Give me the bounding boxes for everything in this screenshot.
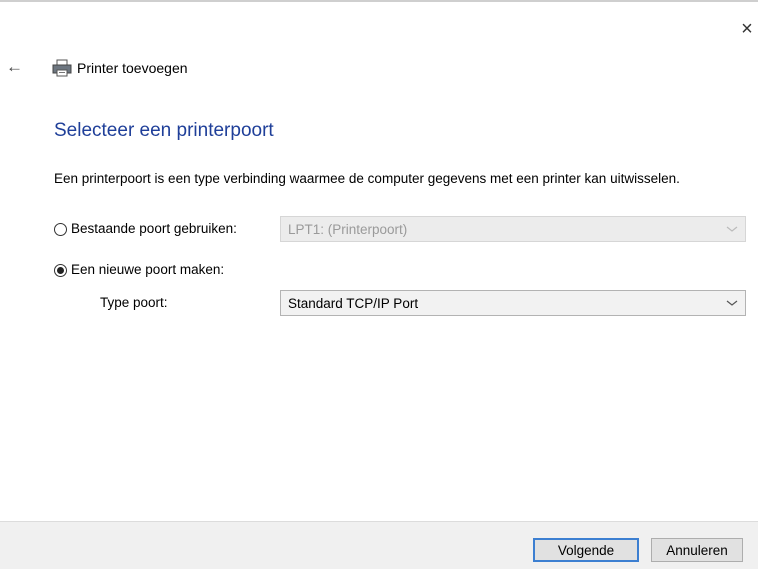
new-port-label: Een nieuwe poort maken:	[71, 262, 225, 277]
printer-icon	[52, 59, 72, 77]
window-top-border	[0, 0, 758, 2]
port-type-select-value: Standard TCP/IP Port	[288, 295, 419, 311]
port-type-select[interactable]: Standard TCP/IP Port	[280, 290, 746, 316]
port-type-label: Type poort:	[100, 295, 168, 310]
page-title: Selecteer een printerpoort	[54, 120, 274, 141]
dialog-footer	[0, 521, 758, 569]
close-icon[interactable]: ×	[738, 19, 756, 39]
new-port-radio[interactable]	[54, 263, 67, 277]
existing-port-radio[interactable]	[54, 222, 67, 236]
existing-port-select: LPT1: (Printerpoort)	[280, 216, 746, 242]
header-title: Printer toevoegen	[77, 60, 188, 76]
existing-port-label: Bestaande poort gebruiken:	[71, 221, 237, 236]
chevron-down-icon	[726, 226, 738, 232]
page-description: Een printerpoort is een type verbinding …	[54, 171, 680, 186]
existing-port-select-value: LPT1: (Printerpoort)	[288, 221, 408, 237]
next-button[interactable]: Volgende	[533, 538, 639, 562]
existing-port-option[interactable]: Bestaande poort gebruiken:	[54, 220, 237, 238]
chevron-down-icon	[726, 300, 738, 306]
back-arrow-icon[interactable]: ←	[6, 58, 28, 76]
new-port-option[interactable]: Een nieuwe poort maken:	[54, 261, 224, 279]
cancel-button[interactable]: Annuleren	[651, 538, 743, 562]
